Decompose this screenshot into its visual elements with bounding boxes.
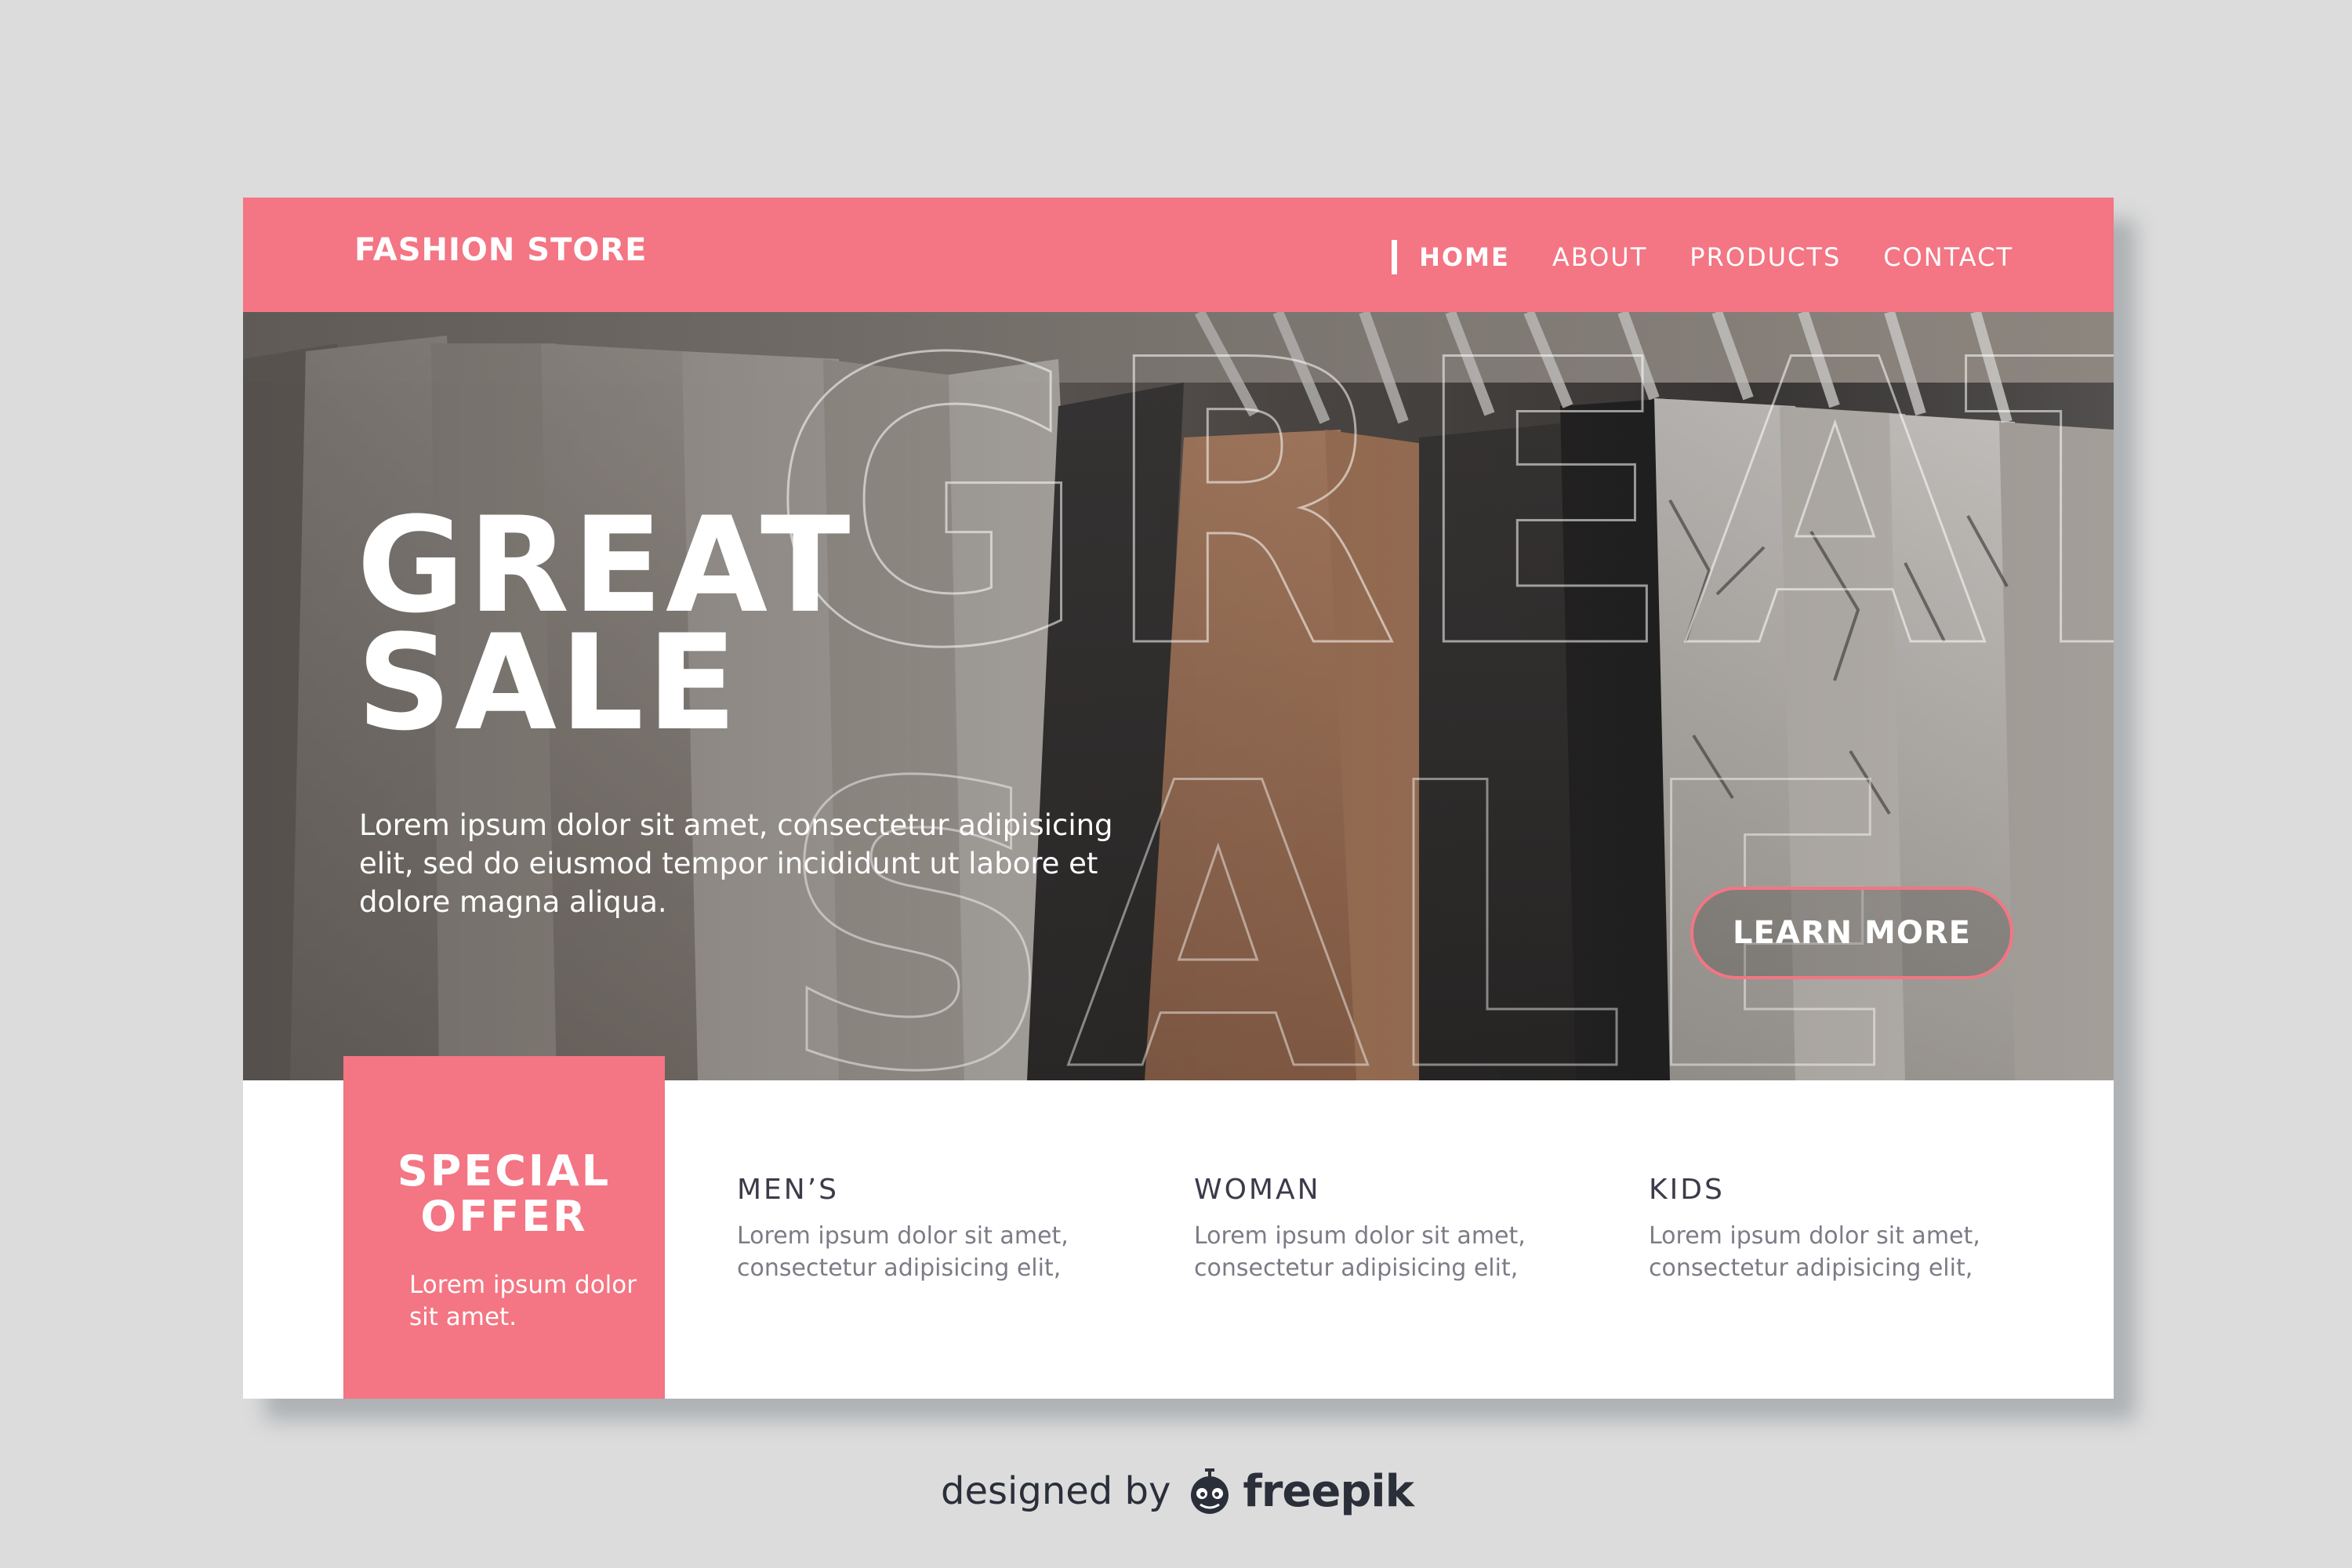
hero-banner: GREAT SALE GREAT SALE Lorem ipsum dolor … [243,312,2114,1080]
nav-about-link[interactable]: ABOUT [1552,242,1647,272]
learn-more-button[interactable]: LEARN MORE [1690,887,2013,979]
main-nav: HOME ABOUT PRODUCTS CONTACT [1392,240,2013,274]
category-title[interactable]: WOMAN [1194,1174,1602,1206]
category-description: Lorem ipsum dolor sit amet, consectetur … [737,1222,1069,1282]
special-offer-card[interactable]: SPECIAL OFFER Lorem ipsum dolor sit amet… [343,1056,665,1399]
offer-title-line2: OFFER [420,1192,588,1241]
site-header: FASHION STORE HOME ABOUT PRODUCTS CONTAC… [243,198,2114,312]
nav-products-link[interactable]: PRODUCTS [1690,242,1841,272]
brand-logo-text[interactable]: FASHION STORE [354,232,648,268]
hero-title: GREAT SALE [357,499,854,749]
outline-word-great: GREAT [768,312,2114,734]
credit-brand[interactable]: freepik [1243,1466,1414,1517]
category-title[interactable]: KIDS [1649,1174,2056,1206]
active-nav-indicator [1392,240,1398,274]
freepik-logo-icon [1191,1468,1229,1514]
category-description: Lorem ipsum dolor sit amet, consectetur … [1194,1222,1526,1282]
category-woman[interactable]: WOMAN Lorem ipsum dolor sit amet, consec… [1194,1174,1602,1284]
hero-description: Lorem ipsum dolor sit amet, consectetur … [359,808,1113,919]
category-mens[interactable]: MEN’S Lorem ipsum dolor sit amet, consec… [737,1174,1145,1284]
nav-contact-link[interactable]: CONTACT [1883,242,2013,272]
designer-credit: designed by freepik [941,1460,1414,1523]
special-offer-title: SPECIAL OFFER [343,1149,665,1240]
credit-prefix: designed by [941,1469,1171,1513]
category-title[interactable]: MEN’S [737,1174,1145,1206]
landing-page: FASHION STORE HOME ABOUT PRODUCTS CONTAC… [243,198,2114,1399]
offer-title-line1: SPECIAL [397,1146,612,1196]
category-kids[interactable]: KIDS Lorem ipsum dolor sit amet, consect… [1649,1174,2056,1284]
special-offer-text: Lorem ipsum dolor sit amet. [409,1271,637,1331]
nav-home-link[interactable]: HOME [1419,242,1510,272]
category-description: Lorem ipsum dolor sit amet, consectetur … [1649,1222,1980,1282]
